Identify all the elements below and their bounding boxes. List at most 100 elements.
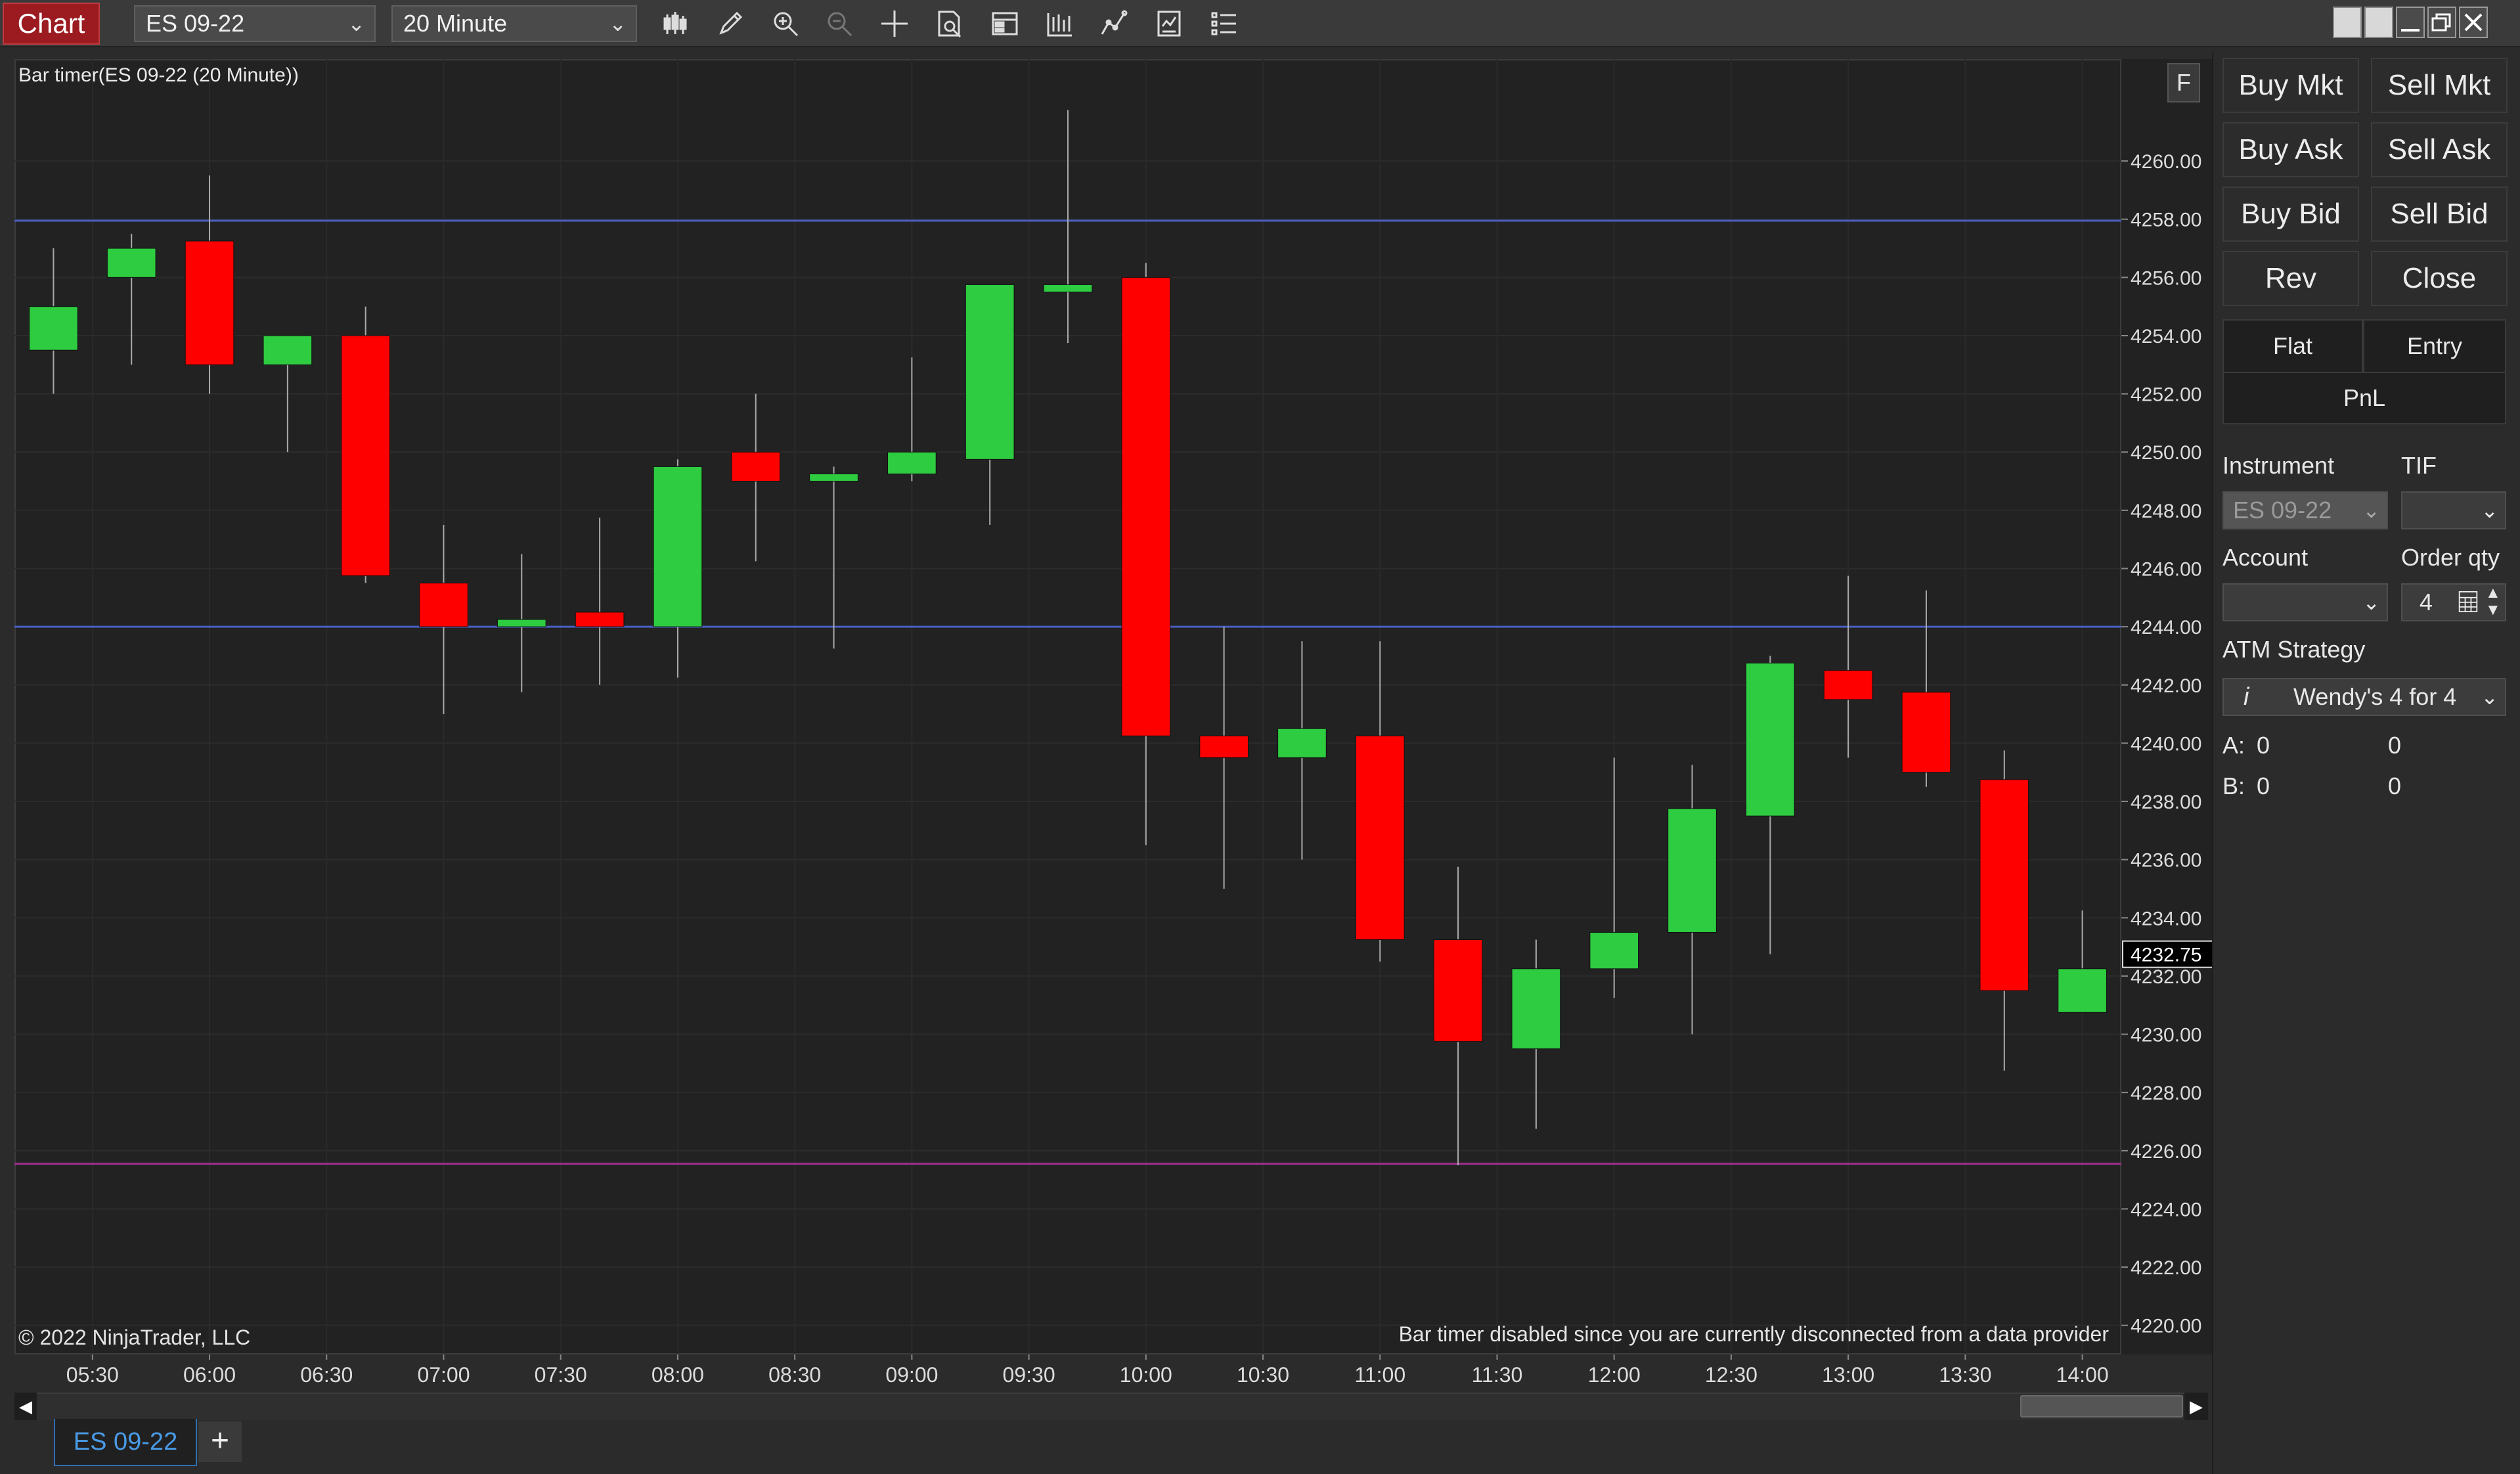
data-box-icon[interactable] bbox=[929, 5, 971, 42]
tif-select[interactable]: ⌄ bbox=[2401, 491, 2506, 529]
price-tick-label: 4252.00 bbox=[2131, 384, 2201, 406]
more-options-icon[interactable] bbox=[1203, 5, 1245, 42]
candle-up bbox=[106, 248, 156, 278]
buy-market-button[interactable]: Buy Mkt bbox=[2222, 58, 2359, 113]
last-price-label: 4232.75 bbox=[2131, 945, 2201, 966]
chart-toolbar bbox=[0, 0, 2520, 47]
chevron-down-icon: ⌄ bbox=[2362, 591, 2380, 614]
atm-strategy-value: Wendy's 4 for 4 bbox=[2293, 683, 2457, 710]
chart-trader-icon[interactable] bbox=[1148, 5, 1190, 42]
time-tick-label: 06:00 bbox=[183, 1363, 236, 1387]
time-tick-label: 09:30 bbox=[1003, 1363, 1055, 1387]
time-tick-label: 11:30 bbox=[1472, 1363, 1523, 1387]
time-tick-label: 08:30 bbox=[768, 1363, 821, 1387]
candle-up bbox=[1589, 931, 1639, 970]
chevron-down-icon: ⌄ bbox=[347, 12, 365, 35]
copyright-text: © 2022 NinjaTrader, LLC bbox=[18, 1326, 251, 1349]
qty-down-icon[interactable]: ▼ bbox=[2485, 602, 2501, 619]
chevron-down-icon: ⌄ bbox=[2481, 499, 2498, 522]
candle-up bbox=[497, 619, 546, 627]
price-tick-label: 4224.00 bbox=[2131, 1199, 2201, 1220]
zoom-out-icon[interactable] bbox=[818, 5, 860, 42]
position-entry: Entry bbox=[2363, 319, 2506, 373]
account-select[interactable]: ⌄ bbox=[2222, 583, 2388, 621]
candle-up bbox=[1511, 968, 1561, 1050]
chart-title: Bar timer(ES 09-22 (20 Minute)) bbox=[18, 64, 299, 86]
minimize-icon[interactable] bbox=[2396, 7, 2425, 38]
restore-icon[interactable] bbox=[2427, 7, 2456, 38]
sell-market-button[interactable]: Sell Mkt bbox=[2371, 58, 2508, 113]
candle-up bbox=[653, 466, 703, 627]
close-position-button[interactable]: Close bbox=[2371, 251, 2508, 306]
chevron-down-icon: ⌄ bbox=[2362, 499, 2380, 522]
candle-down bbox=[1121, 277, 1171, 736]
candle-down bbox=[731, 451, 781, 482]
chart-f-button[interactable]: F bbox=[2167, 63, 2200, 102]
info-icon[interactable]: i bbox=[2244, 679, 2249, 715]
sell-bid-button[interactable]: Sell Bid bbox=[2371, 187, 2508, 242]
candle-up bbox=[2058, 968, 2107, 1013]
time-tick-label: 10:30 bbox=[1237, 1363, 1289, 1387]
price-tick-label: 4232.00 bbox=[2131, 966, 2201, 988]
order-qty-label: Order qty bbox=[2401, 544, 2500, 571]
reverse-button[interactable]: Rev bbox=[2222, 251, 2359, 306]
a-label: A: bbox=[2222, 732, 2245, 759]
position-pnl: PnL bbox=[2222, 372, 2506, 424]
close-icon[interactable] bbox=[2459, 7, 2488, 38]
order-qty-stepper[interactable]: 4 ▲ ▼ bbox=[2401, 583, 2506, 621]
candle-down bbox=[1979, 779, 2029, 991]
buy-bid-button[interactable]: Buy Bid bbox=[2222, 187, 2359, 242]
indicators-icon[interactable] bbox=[1039, 5, 1081, 42]
calculator-icon[interactable] bbox=[2458, 589, 2479, 624]
chevron-down-icon: ⌄ bbox=[609, 12, 627, 35]
time-tick-label: 11:00 bbox=[1354, 1363, 1405, 1387]
price-tick-label: 4238.00 bbox=[2131, 792, 2201, 813]
sell-ask-button[interactable]: Sell Ask bbox=[2371, 122, 2508, 177]
price-tick-label: 4234.00 bbox=[2131, 908, 2201, 929]
interval-selector[interactable]: 20 Minute ⌄ bbox=[391, 5, 637, 42]
atm-strategy-select[interactable]: i Wendy's 4 for 4 ⌄ bbox=[2222, 678, 2506, 716]
account-label: Account bbox=[2222, 544, 2309, 571]
tile-window-icon[interactable] bbox=[2364, 7, 2393, 38]
properties-icon[interactable] bbox=[984, 5, 1026, 42]
time-tick-label: 09:00 bbox=[885, 1363, 938, 1387]
candle-up bbox=[809, 473, 858, 482]
strategies-icon[interactable] bbox=[1093, 5, 1135, 42]
candle-down bbox=[1901, 692, 1951, 773]
price-tick-label: 4226.00 bbox=[2131, 1141, 2201, 1163]
instrument-selector[interactable]: ES 09-22 ⌄ bbox=[134, 5, 376, 42]
candle-down bbox=[419, 583, 468, 627]
horizontal-scrollbar[interactable] bbox=[14, 1393, 2208, 1420]
scrollbar-thumb[interactable] bbox=[2020, 1395, 2183, 1418]
price-tick-label: 4258.00 bbox=[2131, 210, 2201, 231]
candle-up bbox=[1043, 284, 1093, 293]
interval-selector-value: 20 Minute bbox=[403, 10, 508, 37]
scroll-right-icon[interactable]: ▶ bbox=[2184, 1393, 2208, 1420]
order-qty-value: 4 bbox=[2420, 589, 2433, 615]
tab-es-09-22[interactable]: ES 09-22 bbox=[54, 1419, 197, 1466]
time-tick-label: 05:30 bbox=[66, 1363, 119, 1387]
scroll-left-icon[interactable]: ◀ bbox=[14, 1393, 37, 1420]
chart-window-badge[interactable]: Chart bbox=[3, 3, 100, 45]
qty-up-icon[interactable]: ▲ bbox=[2485, 585, 2501, 602]
chevron-down-icon: ⌄ bbox=[2481, 685, 2498, 709]
candlestick-chart: 4260.00 4258.00 4256.00 4254.00 4252.00 4250.… bbox=[14, 59, 2215, 1387]
time-tick-label: 12:00 bbox=[1588, 1363, 1641, 1387]
price-tick-label: 4254.00 bbox=[2131, 326, 2201, 347]
buy-ask-button[interactable]: Buy Ask bbox=[2222, 122, 2359, 177]
instrument-label: Instrument bbox=[2222, 452, 2335, 479]
bar-style-icon[interactable] bbox=[655, 5, 697, 42]
candle-up bbox=[965, 284, 1015, 460]
instrument-field[interactable]: ES 09-22 ⌄ bbox=[2222, 491, 2388, 529]
time-tick-label: 14:00 bbox=[2056, 1363, 2109, 1387]
chart-area: 4260.00 4258.00 4256.00 4254.00 4252.00 4250.… bbox=[14, 59, 2221, 1393]
crosshair-icon[interactable] bbox=[873, 5, 916, 42]
price-tick-label: 4242.00 bbox=[2131, 675, 2201, 697]
tile-window-icon[interactable] bbox=[2333, 7, 2362, 38]
candle-down bbox=[341, 335, 390, 577]
time-tick-label: 13:30 bbox=[1939, 1363, 1991, 1387]
time-tick-label: 08:00 bbox=[652, 1363, 704, 1387]
pencil-icon[interactable] bbox=[709, 5, 751, 42]
add-tab-button[interactable]: + bbox=[198, 1421, 242, 1462]
zoom-in-icon[interactable] bbox=[764, 5, 807, 42]
